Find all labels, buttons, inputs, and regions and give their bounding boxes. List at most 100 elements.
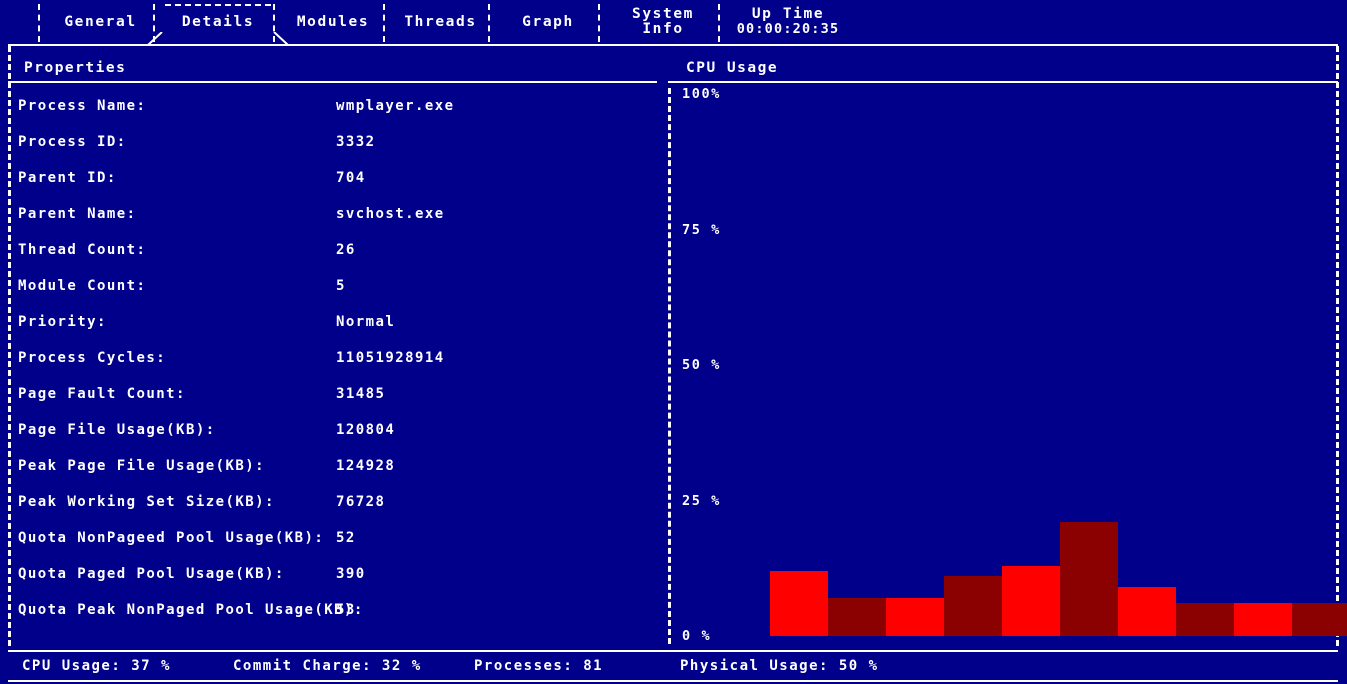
tab-bar: General Details Modules Threads Graph System … [0,0,1347,46]
cpu-usage-bar [1234,603,1292,636]
property-row: Peak Working Set Size(KB): 76728 [18,488,648,524]
tab-separator [273,4,275,42]
property-row: Page Fault Count: 31485 [18,380,648,416]
property-label: Parent Name: [18,206,137,222]
property-label: Priority: [18,314,107,330]
property-value: 704 [336,170,366,186]
property-row: Process Name: wmplayer.exe [18,92,648,128]
cpu-usage-bar [886,598,944,636]
property-label: Quota NonPageed Pool Usage(KB): [18,530,325,546]
property-label: Thread Count: [18,242,147,258]
property-value: 11051928914 [336,350,445,366]
tab-bar-underline [8,44,1338,46]
tab-label: Threads [404,13,477,30]
tab-separator [718,4,720,42]
property-label: Parent ID: [18,170,117,186]
property-row: Page File Usage(KB): 120804 [18,416,648,452]
status-commit-charge: Commit Charge: 32 % [233,658,422,674]
cpu-usage-bar [1292,603,1347,636]
property-value: 390 [336,566,366,582]
cpu-usage-bar [1002,565,1060,636]
status-bar: CPU Usage: 37 % Commit Charge: 32 % Proc… [8,650,1338,682]
property-value: 53 [336,602,356,618]
property-label: Page Fault Count: [18,386,186,402]
cpu-usage-bar [1118,587,1176,636]
status-cpu-usage: CPU Usage: 37 % [22,658,171,674]
cpu-title-rule [668,81,1338,83]
property-label: Module Count: [18,278,147,294]
property-value: Normal [336,314,396,330]
tab-label: Graph [522,13,574,30]
cpu-usage-panel-title: CPU Usage [686,60,779,76]
tab-threads[interactable]: Threads [393,0,488,44]
properties-panel-title: Properties [24,60,127,76]
property-row: Parent Name: svchost.exe [18,200,648,236]
property-value: 3332 [336,134,376,150]
uptime-value: 00:00:20:35 [736,21,840,37]
y-axis-tick-label: 75 % [682,221,721,238]
tab-general[interactable]: General [48,0,153,44]
tab-label: Modules [296,13,370,30]
property-label: Page File Usage(KB): [18,422,216,438]
property-row: Module Count: 5 [18,272,648,308]
cpu-usage-bar [1176,603,1234,636]
property-label: Process Cycles: [18,350,167,366]
y-axis-tick-label: 25 % [682,492,721,509]
property-label: Quota Paged Pool Usage(KB): [18,566,285,582]
property-value: svchost.exe [336,206,445,222]
property-value: 26 [336,242,356,258]
uptime-label: Up Time [751,6,825,22]
status-processes: Processes: 81 [474,658,604,674]
property-value: wmplayer.exe [336,98,455,114]
property-label: Process Name: [18,98,147,114]
tab-graph[interactable]: Graph [498,0,598,44]
property-row: Process Cycles: 11051928914 [18,344,648,380]
uptime-indicator: Up Time 00:00:20:35 [728,0,848,44]
property-row: Thread Count: 26 [18,236,648,272]
property-label: Process ID: [18,134,127,150]
property-value: 5 [336,278,346,294]
tab-separator [488,4,490,42]
tab-label: General [64,13,137,30]
property-value: 52 [336,530,356,546]
property-value: 120804 [336,422,396,438]
chart-plot-area [769,88,1347,636]
property-row: Quota Peak NonPaged Pool Usage(KB): 53 [18,596,648,632]
cpu-usage-bar [944,576,1002,636]
tab-label: System Info [632,6,694,37]
property-row: Quota NonPageed Pool Usage(KB): 52 [18,524,648,560]
property-label: Peak Page File Usage(KB): [18,458,265,474]
property-row: Process ID: 3332 [18,128,648,164]
cpu-usage-bar [770,570,828,636]
cpu-usage-chart: 100% 75 % 50 % 25 % 0 % [668,86,1347,644]
properties-title-rule [8,81,657,83]
property-label: Peak Working Set Size(KB): [18,494,275,510]
tab-system-info[interactable]: System Info [608,0,718,44]
y-axis-tick-label: 0 % [682,628,712,644]
property-row: Priority: Normal [18,308,648,344]
property-value: 76728 [336,494,386,510]
status-physical-usage: Physical Usage: 50 % [680,658,879,674]
y-axis-tick-label: 100% [682,86,721,102]
tab-details[interactable]: Details [163,0,273,44]
property-label: Quota Peak NonPaged Pool Usage(KB): [18,602,364,618]
properties-list: Process Name: wmplayer.exe Process ID: 3332… [18,92,648,632]
property-value: 31485 [336,386,386,402]
tab-separator [383,4,385,42]
property-value: 124928 [336,458,396,474]
y-axis-tick-label: 50 % [682,357,721,373]
status-bar-top-rule [8,650,1338,652]
property-row: Parent ID: 704 [18,164,648,200]
cpu-usage-bar [828,598,886,636]
process-monitor-window: General Details Modules Threads Graph System … [0,0,1347,684]
selected-tab-top-border [165,4,271,6]
property-row: Peak Page File Usage(KB): 124928 [18,452,648,488]
left-border [8,46,11,646]
tab-label: Details [181,13,255,30]
tab-separator [38,4,40,42]
selected-tab-corner-left [147,32,163,46]
status-bar-bottom-rule [8,680,1338,682]
tab-modules[interactable]: Modules [283,0,383,44]
property-row: Quota Paged Pool Usage(KB): 390 [18,560,648,596]
cpu-usage-bar [1060,522,1118,636]
